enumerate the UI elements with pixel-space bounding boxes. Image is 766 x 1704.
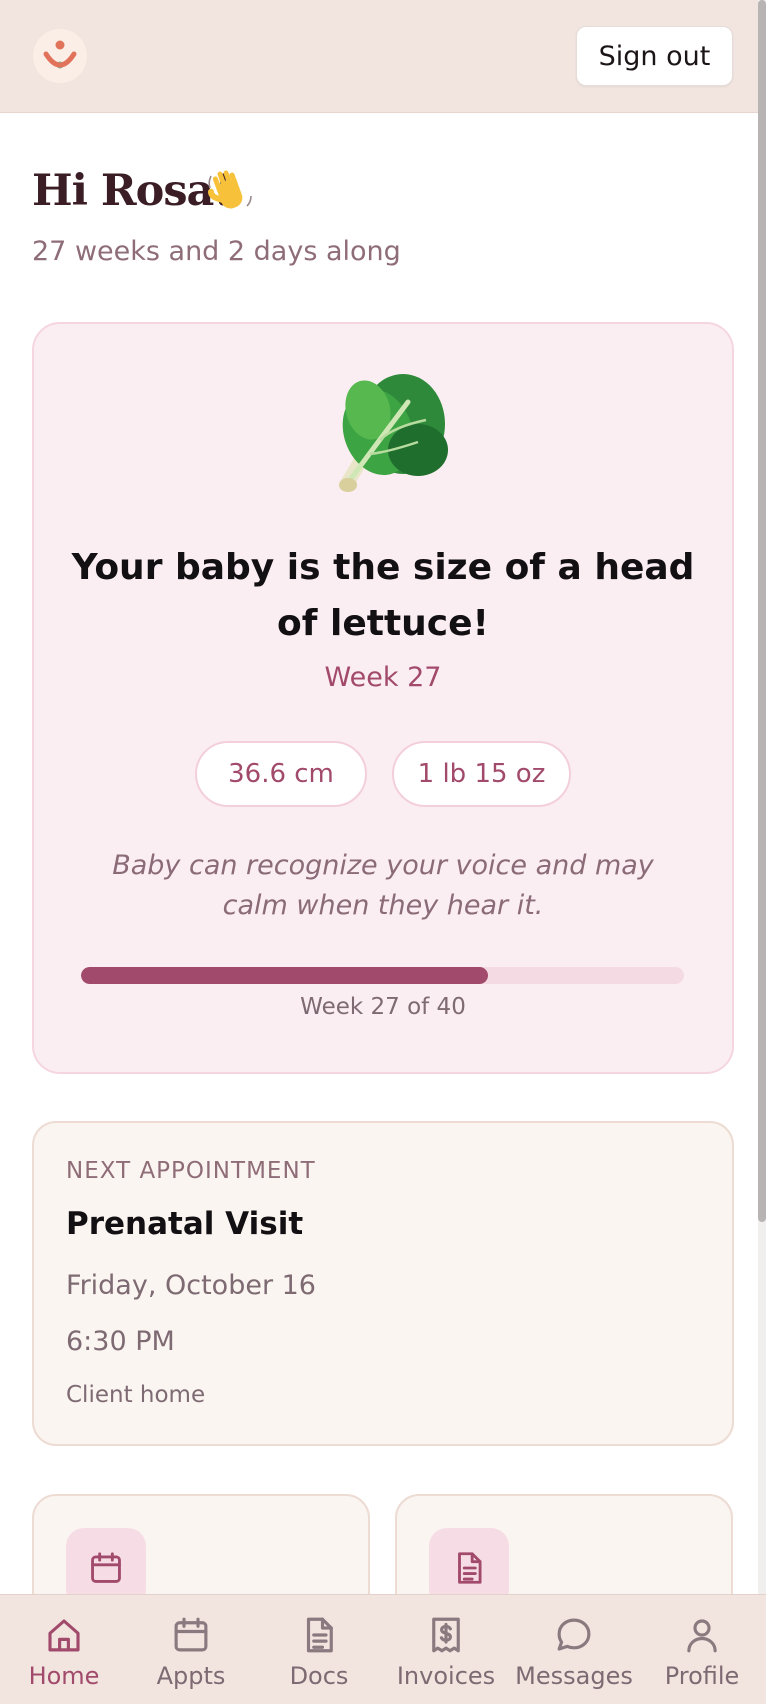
- nav-invoices-label: Invoices: [396, 1662, 496, 1690]
- home-icon: [48, 1619, 80, 1652]
- length-pill: 36.6 cm: [195, 741, 367, 807]
- waving-hand-icon: [208, 170, 252, 209]
- nav-profile-label: Profile: [664, 1662, 740, 1690]
- scrollbar-thumb[interactable]: [758, 0, 766, 1222]
- pregnancy-progress-text: 27 weeks and 2 days along: [32, 236, 401, 267]
- nav-invoices[interactable]: Invoices: [382, 1594, 510, 1704]
- week-progress-label: Week 27 of 40: [300, 994, 466, 1020]
- lettuce-icon: [339, 374, 448, 492]
- week-progress-bar: [81, 967, 684, 984]
- chat-icon: [557, 1618, 591, 1651]
- week-label: Week 27: [324, 662, 442, 693]
- next-appointment-kicker: NEXT APPOINTMENT: [66, 1158, 316, 1184]
- document-icon: [306, 1617, 333, 1653]
- app-logo[interactable]: [33, 29, 87, 83]
- baby-size-headline: Your baby is the size of a head of lettu…: [71, 547, 695, 644]
- week-progress-fill: [81, 967, 489, 984]
- nav-messages-label: Messages: [515, 1662, 633, 1690]
- appointment-title: Prenatal Visit: [66, 1206, 304, 1242]
- nav-home-label: Home: [28, 1662, 100, 1690]
- sign-out-button[interactable]: Sign out: [576, 26, 733, 86]
- receipt-icon: [432, 1617, 460, 1653]
- nav-profile[interactable]: Profile: [638, 1594, 766, 1704]
- weight-pill: 1 lb 15 oz: [392, 741, 571, 807]
- appointment-time: 6:30 PM: [66, 1326, 175, 1357]
- calendar-icon: [174, 1617, 208, 1652]
- nav-home[interactable]: Home: [0, 1594, 128, 1704]
- nav-appts-label: Appts: [156, 1662, 226, 1690]
- nav-appts[interactable]: Appts: [127, 1594, 255, 1704]
- app-logo-icon: [43, 40, 77, 69]
- greeting-title: Hi Rosa!: [32, 166, 232, 216]
- nav-messages[interactable]: Messages: [510, 1594, 638, 1704]
- document-icon: [458, 1552, 482, 1584]
- nav-docs-label: Docs: [289, 1662, 349, 1690]
- appointment-location: Client home: [66, 1382, 206, 1408]
- appointment-date: Friday, October 16: [66, 1270, 316, 1301]
- baby-fact: Baby can recognize your voice and may ca…: [112, 850, 654, 921]
- calendar-icon: [91, 1552, 121, 1583]
- nav-docs[interactable]: Docs: [255, 1594, 383, 1704]
- person-icon: [687, 1619, 717, 1653]
